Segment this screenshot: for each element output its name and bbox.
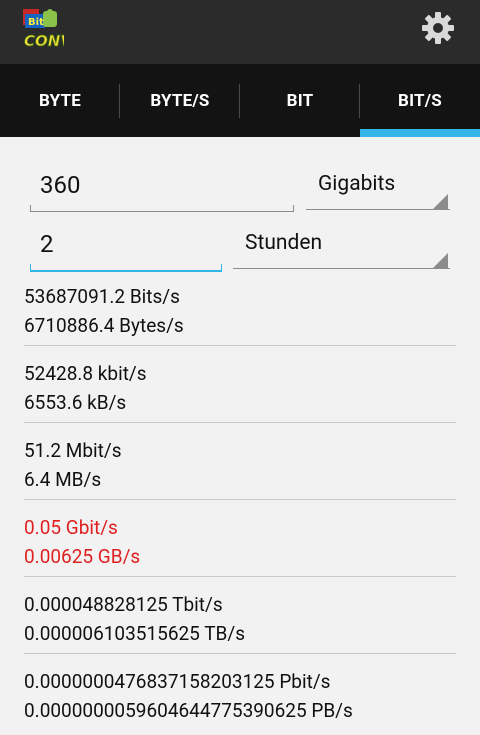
amount-unit-value: Gigabits bbox=[318, 172, 396, 196]
input-tick-left bbox=[30, 205, 31, 212]
active-tab-indicator bbox=[360, 129, 480, 137]
dropdown-arrow-icon bbox=[432, 194, 448, 210]
time-value: 2 bbox=[40, 230, 54, 258]
input-underline bbox=[30, 211, 294, 212]
result-giga-highlighted: 0.05 Gbit/s 0.00625 GB/s bbox=[24, 511, 456, 571]
tab-byte[interactable]: BYTE bbox=[0, 64, 120, 137]
result-bits: 53687091.2 Bits/s 6710886.4 Bytes/s bbox=[24, 280, 456, 340]
result-byte-rate: 0.000006103515625 TB/s bbox=[24, 622, 246, 645]
app-logo-icon[interactable]: Bit CONV bbox=[22, 8, 64, 52]
amount-input[interactable]: 360 bbox=[30, 168, 294, 214]
dropdown-underline bbox=[306, 209, 450, 210]
result-bit-rate: 0.05 Gbit/s bbox=[24, 516, 118, 539]
result-byte-rate: 0.00625 GB/s bbox=[24, 545, 141, 568]
input-tick-right bbox=[221, 264, 222, 271]
result-bit-rate: 0.0000000476837158203125 Pbit/s bbox=[24, 670, 331, 693]
results-list: 53687091.2 Bits/s 6710886.4 Bytes/s 5242… bbox=[24, 280, 456, 725]
tab-byte-per-second[interactable]: BYTE/S bbox=[120, 64, 240, 137]
result-kilo: 52428.8 kbit/s 6553.6 kB/s bbox=[24, 357, 456, 417]
tab-label: BYTE/S bbox=[150, 90, 210, 111]
input-underline bbox=[30, 270, 222, 272]
divider bbox=[24, 345, 456, 346]
amount-unit-dropdown[interactable]: Gigabits bbox=[306, 166, 450, 212]
tab-label: BIT bbox=[286, 90, 314, 111]
divider bbox=[24, 499, 456, 500]
result-bit-rate: 0.000048828125 Tbit/s bbox=[24, 593, 223, 616]
tab-label: BIT/S bbox=[398, 90, 442, 111]
result-bit-rate: 52428.8 kbit/s bbox=[24, 362, 147, 385]
result-byte-rate: 0.00000000596046447753906​25 PB/s bbox=[24, 699, 353, 722]
amount-value: 360 bbox=[40, 171, 81, 199]
tab-bar: BYTE BYTE/S BIT BIT/S bbox=[0, 64, 480, 137]
svg-text:Bit: Bit bbox=[28, 17, 44, 28]
result-peta: 0.0000000476837158203125 Pbit/s 0.000000… bbox=[24, 665, 456, 725]
result-byte-rate: 6.4 MB/s bbox=[24, 468, 102, 491]
divider bbox=[24, 422, 456, 423]
time-input[interactable]: 2 bbox=[30, 227, 222, 273]
divider bbox=[24, 653, 456, 654]
time-unit-value: Stunden bbox=[245, 231, 323, 255]
time-unit-dropdown[interactable]: Stunden bbox=[233, 225, 450, 271]
result-mega: 51.2 Mbit/s 6.4 MB/s bbox=[24, 434, 456, 494]
input-tick-right bbox=[293, 205, 294, 212]
result-byte-rate: 6553.6 kB/s bbox=[24, 391, 127, 414]
result-bit-rate: 53687091.2 Bits/s bbox=[24, 285, 180, 308]
gear-icon[interactable] bbox=[420, 10, 456, 46]
tab-bit[interactable]: BIT bbox=[240, 64, 360, 137]
input-tick-left bbox=[30, 264, 31, 271]
dropdown-underline bbox=[233, 268, 450, 269]
result-bit-rate: 51.2 Mbit/s bbox=[24, 439, 122, 462]
svg-text:CONV: CONV bbox=[24, 32, 64, 50]
dropdown-arrow-icon bbox=[432, 253, 448, 269]
tab-bit-per-second[interactable]: BIT/S bbox=[360, 64, 480, 137]
tab-label: BYTE bbox=[39, 90, 81, 111]
result-tera: 0.000048828125 Tbit/s 0.000006103515625 … bbox=[24, 588, 456, 648]
result-byte-rate: 6710886.4 Bytes/s bbox=[24, 314, 184, 337]
action-bar: Bit CONV bbox=[0, 0, 480, 64]
divider bbox=[24, 576, 456, 577]
